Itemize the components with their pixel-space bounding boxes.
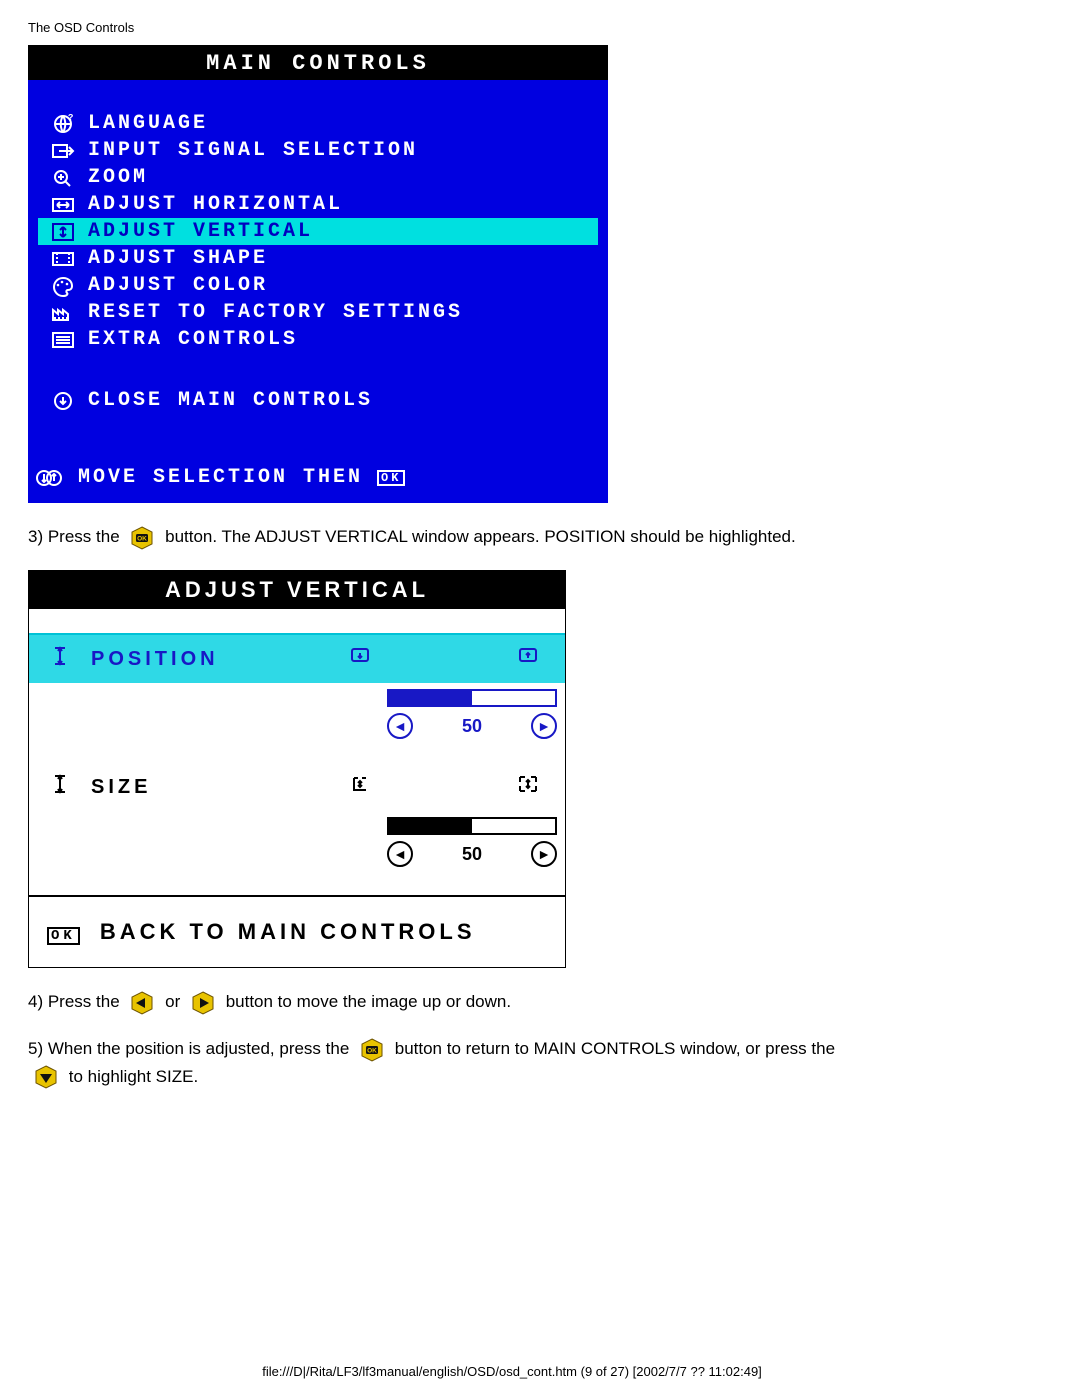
input-arrow-icon — [38, 140, 88, 162]
ok-indicator-icon: OK — [377, 470, 405, 486]
position-label: POSITION — [91, 648, 219, 671]
horiz-arrows-icon — [38, 194, 88, 216]
av-title: ADJUST VERTICAL — [29, 571, 565, 609]
menu-item-close[interactable]: CLOSE MAIN CONTROLS — [38, 387, 598, 414]
menu-label: ADJUST HORIZONTAL — [88, 193, 598, 216]
monitor-down-icon — [347, 645, 373, 673]
palette-icon — [38, 275, 88, 297]
footer-text: MOVE SELECTION THEN — [78, 466, 363, 489]
page-header: The OSD Controls — [28, 20, 1052, 35]
menu-item-adjust-vertical[interactable]: ADJUST VERTICAL — [38, 218, 598, 245]
shape-icon — [38, 248, 88, 270]
monitor-up-icon — [515, 645, 541, 673]
osd-footer-hint: MOVE SELECTION THEN OK — [28, 458, 608, 503]
right-arrow-icon[interactable]: ► — [531, 713, 557, 739]
magnify-plus-icon — [38, 167, 88, 189]
size-large-icon — [515, 773, 541, 801]
globe-question-icon — [38, 113, 88, 135]
list-icon — [38, 329, 88, 351]
vresize-icon — [47, 773, 73, 801]
menu-label: CLOSE MAIN CONTROLS — [88, 389, 598, 412]
osd-main-controls-panel: MAIN CONTROLS LANGUAGE INPUT SIGNAL SELE… — [28, 45, 608, 503]
menu-item-factory-reset[interactable]: RESET TO FACTORY SETTINGS — [38, 299, 598, 326]
menu-item-input-signal[interactable]: INPUT SIGNAL SELECTION — [38, 137, 598, 164]
menu-label: ADJUST SHAPE — [88, 247, 598, 270]
down-button-icon — [32, 1065, 60, 1089]
av-row-position[interactable]: POSITION — [29, 635, 565, 683]
menu-label: ADJUST COLOR — [88, 274, 598, 297]
left-arrow-icon[interactable]: ◄ — [387, 841, 413, 867]
menu-label: ADJUST VERTICAL — [88, 220, 598, 243]
menu-item-extra-controls[interactable]: EXTRA CONTROLS — [38, 326, 598, 353]
menu-label: ZOOM — [88, 166, 598, 189]
menu-label: RESET TO FACTORY SETTINGS — [88, 301, 598, 324]
size-progress — [387, 817, 557, 835]
menu-item-adjust-color[interactable]: ADJUST COLOR — [38, 272, 598, 299]
menu-label: EXTRA CONTROLS — [88, 328, 598, 351]
right-button-icon — [189, 991, 217, 1015]
footer-file-path: file:///D|/Rita/LF3/lf3manual/english/OS… — [0, 1364, 1024, 1379]
left-arrow-icon[interactable]: ◄ — [387, 713, 413, 739]
av-back-row[interactable]: OK BACK TO MAIN CONTROLS — [29, 895, 565, 967]
menu-item-language[interactable]: LANGUAGE — [38, 110, 598, 137]
step-4-text: 4) Press the or button to move the image… — [28, 988, 1052, 1015]
size-label: SIZE — [91, 776, 151, 799]
menu-label: LANGUAGE — [88, 112, 598, 135]
back-label: BACK TO MAIN CONTROLS — [100, 919, 476, 945]
menu-item-adjust-shape[interactable]: ADJUST SHAPE — [38, 245, 598, 272]
ok-button-icon — [358, 1038, 386, 1062]
osd-title: MAIN CONTROLS — [28, 45, 608, 80]
size-value: 50 — [462, 844, 482, 865]
step-3-text: 3) Press the button. The ADJUST VERTICAL… — [28, 523, 1052, 550]
left-button-icon — [128, 991, 156, 1015]
av-row-size[interactable]: SIZE — [29, 763, 565, 811]
vresize-icon — [47, 645, 73, 673]
menu-item-zoom[interactable]: ZOOM — [38, 164, 598, 191]
position-value: 50 — [462, 716, 482, 737]
right-arrow-icon[interactable]: ► — [531, 841, 557, 867]
position-progress — [387, 689, 557, 707]
step-5-text: 5) When the position is adjusted, press … — [28, 1035, 1052, 1089]
menu-item-adjust-horizontal[interactable]: ADJUST HORIZONTAL — [38, 191, 598, 218]
up-down-nav-icon — [28, 467, 78, 489]
factory-icon — [38, 302, 88, 324]
close-down-icon — [38, 390, 88, 412]
vert-arrows-icon — [38, 221, 88, 243]
size-small-icon — [347, 773, 373, 801]
menu-label: INPUT SIGNAL SELECTION — [88, 139, 598, 162]
osd-adjust-vertical-panel: ADJUST VERTICAL POSITION ◄ 50 ► SIZ — [28, 570, 566, 968]
ok-button-icon — [128, 526, 156, 550]
ok-box-icon: OK — [47, 919, 80, 945]
